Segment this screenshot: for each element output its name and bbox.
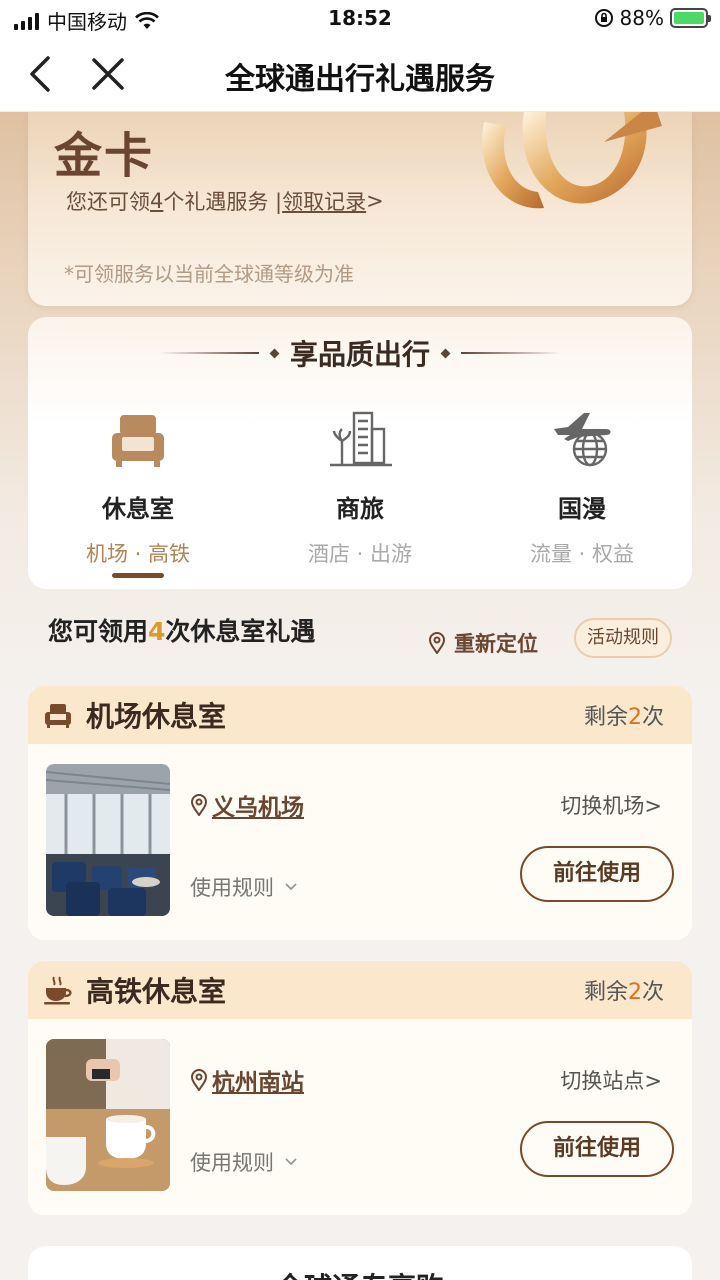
category-international-roaming[interactable]: 国漫 流量 · 权益 [472,407,692,568]
remain-suffix: 次 [641,705,664,730]
relocate-label: 重新定位 [454,632,538,656]
usage-rules-label: 使用规则 [190,1151,274,1175]
airport-lounge-card: 机场休息室 剩余2次 义乌机场 切换机场> 使用规则 前往使用 [28,686,692,940]
count-number: 4 [148,617,166,646]
category-sub: 流量 · 权益 [529,542,635,566]
gold-emblem-logo [482,112,662,209]
airport-location-link[interactable]: 义乌机场 [190,788,304,822]
battery-percent: 88% [619,6,664,30]
divider [158,352,259,354]
summary-prefix: 您还可领 [66,190,150,214]
gold-card-summary: 您还可领 4 个礼遇服务 | 领取记录 > [66,186,384,216]
sofa-icon [112,415,164,467]
go-use-button[interactable]: 前往使用 [520,846,674,902]
remaining-count: 剩余2次 [584,699,664,731]
quality-travel-panel: 享品质出行 休息室 机场 · 高铁 商旅 酒店 · 出游 国漫 流量 · 权益 [28,317,692,589]
rotation-lock-icon [594,9,613,27]
summary-suffix: 个礼遇服务 | [163,190,283,214]
chevron-down-icon [285,883,297,891]
location-pin-icon [190,1069,208,1091]
summary-count: 4 [150,189,164,213]
exclusive-shop-title: 全球通专享购 [28,1266,692,1280]
lounge-card-header: 机场休息室 剩余2次 [28,686,692,744]
buildings-icon [330,411,392,467]
activity-rules-button[interactable]: 活动规则 [574,618,672,658]
page-title: 全球通出行礼遇服务 [225,62,495,97]
exclusive-shop-card: 全球通专享购 [28,1246,692,1280]
category-business-travel[interactable]: 商旅 酒店 · 出游 [250,407,470,568]
record-link[interactable]: 领取记录 [282,186,366,216]
usage-rules-label: 使用规则 [190,876,274,900]
railway-lounge-photo [46,1039,170,1191]
lounge-card-header: 高铁休息室 剩余2次 [28,961,692,1019]
remain-number: 2 [627,705,642,730]
category-name: 商旅 [336,495,384,523]
railway-lounge-card: 高铁休息室 剩余2次 杭州南站 切换站点> 使用规则 前往使用 [28,961,692,1215]
lounge-count-text: 您可领用4次休息室礼遇 [48,612,315,648]
panel-title: 享品质出行 [289,338,430,371]
nav-bar: 全球通出行礼遇服务 [0,36,720,112]
divider [461,352,561,354]
count-suffix: 次休息室礼遇 [165,617,316,646]
category-name: 休息室 [102,495,174,523]
active-tab-indicator [112,573,164,578]
remain-prefix: 剩余 [583,980,628,1005]
chevron-down-icon [285,1158,297,1166]
category-sub: 酒店 · 出游 [307,542,413,566]
lounge-title: 机场休息室 [86,700,227,733]
plane-globe-icon [554,413,611,467]
station-location-link[interactable]: 杭州南站 [190,1063,304,1097]
switch-airport-link[interactable]: 切换机场> [560,790,662,820]
status-right: 88% [594,6,711,30]
location-name: 义乌机场 [212,795,304,821]
gold-card-title: 金卡 [54,128,155,184]
category-sub: 机场 · 高铁 [85,542,191,566]
category-name: 国漫 [558,495,606,523]
location-pin-icon [428,632,446,654]
usage-rules-toggle[interactable]: 使用规则 [190,872,298,902]
usage-rules-toggle[interactable]: 使用规则 [190,1147,298,1177]
status-bar: 中国移动 18:52 88% [0,0,720,36]
relocate-button[interactable]: 重新定位 [428,628,538,658]
coffee-cup-icon [44,976,72,1005]
record-arrow[interactable]: > [366,189,384,213]
sofa-icon [45,704,71,728]
battery-icon [670,8,711,28]
lounge-title: 高铁休息室 [86,975,227,1008]
switch-station-link[interactable]: 切换站点> [560,1065,662,1095]
remain-prefix: 剩余 [583,705,628,730]
panel-title-row: 享品质出行 [28,333,692,373]
location-pin-icon [190,794,208,816]
airport-lounge-photo [46,764,170,916]
gold-card: 金卡 您还可领 4 个礼遇服务 | 领取记录 > *可领服务以当前全球通等级为准 [28,112,692,306]
count-prefix: 您可领用 [48,617,149,646]
go-use-button[interactable]: 前往使用 [520,1121,674,1177]
category-lounge[interactable]: 休息室 机场 · 高铁 [28,407,248,568]
location-name: 杭州南站 [212,1070,304,1096]
diamond-icon [440,348,451,358]
remain-suffix: 次 [641,980,664,1005]
remain-number: 2 [627,980,642,1005]
gold-card-note: *可领服务以当前全球通等级为准 [64,262,354,286]
remaining-count: 剩余2次 [584,974,664,1006]
diamond-icon [269,348,280,358]
